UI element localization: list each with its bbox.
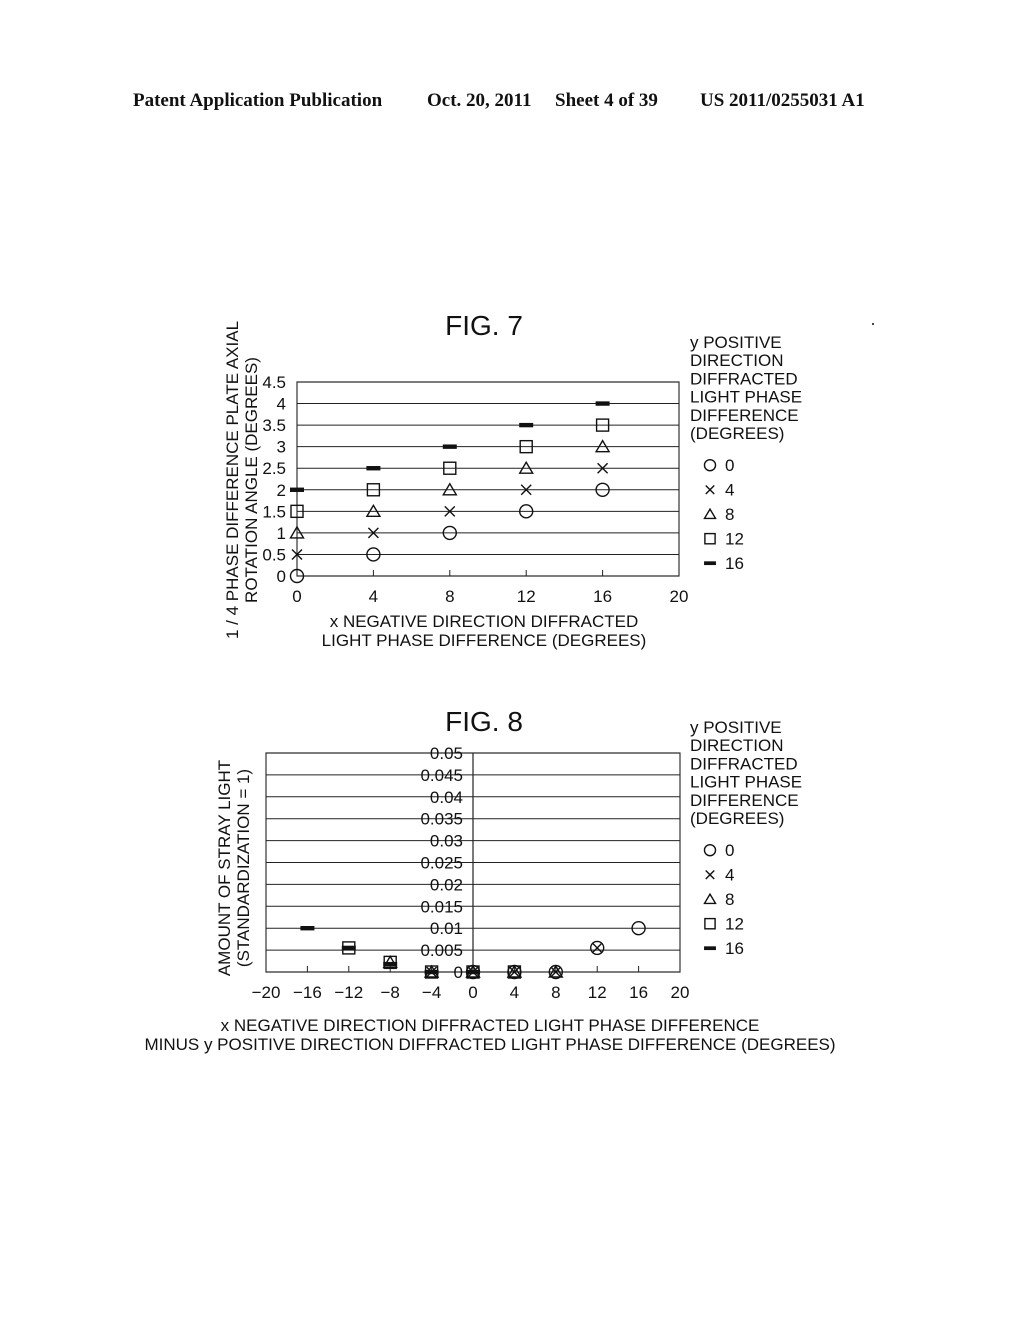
- fig8-ytick-label: 0: [454, 963, 463, 982]
- fig8-legend-marker-12: [704, 917, 716, 930]
- fig8-xtick-label: 16: [629, 983, 648, 1002]
- fig8-ytick-label: 0.05: [430, 744, 463, 763]
- fig8-xtick-label: 12: [588, 983, 607, 1002]
- fig8-ytick-label: 0.04: [430, 788, 463, 807]
- fig8-legend-title: LIGHT PHASE: [690, 773, 802, 792]
- fig8-xtick-label: −4: [422, 983, 441, 1002]
- fig8-xtick-label: 0: [468, 983, 477, 1002]
- fig8-legend-label: 16: [725, 939, 744, 958]
- fig8-xtick-label: −16: [293, 983, 322, 1002]
- fig8-ytick-label: 0.025: [420, 854, 463, 873]
- fig8-legend-title: y POSITIVE: [690, 718, 782, 737]
- fig8-title: FIG. 8: [445, 706, 523, 737]
- fig8-point-series-16: [383, 961, 398, 967]
- fig8-xtick-label: 8: [551, 983, 560, 1002]
- fig8-xtick-label: −8: [381, 983, 400, 1002]
- fig8-legend-marker-16: [704, 946, 716, 951]
- fig8-xtick-label: 20: [671, 983, 690, 1002]
- fig8-y-axis-label: AMOUNT OF STRAY LIGHT: [215, 760, 234, 976]
- fig8-ytick-label: 0.035: [420, 810, 463, 829]
- fig8-legend-title: DIFFRACTED: [690, 754, 798, 773]
- fig8-ytick-label: 0.03: [430, 832, 463, 851]
- fig8-legend-title: DIRECTION: [690, 736, 784, 755]
- fig8-x-axis-label: x NEGATIVE DIRECTION DIFFRACTED LIGHT PH…: [221, 1016, 760, 1035]
- fig8-legend-label: 8: [725, 890, 734, 909]
- fig8-legend-marker-8: [703, 892, 717, 905]
- fig8-point-series-4: [591, 942, 603, 954]
- fig8-chart: FIG. 8 0 0.005 0.01 0.015 0.02 0.025 0.03 0.035 0…: [144, 706, 835, 1054]
- fig8-point-series-16: [341, 945, 356, 951]
- fig8-ytick-label: 0.045: [420, 766, 463, 785]
- fig8-legend-marker-4: [705, 869, 715, 880]
- fig8-ytick-label: 0.005: [420, 941, 463, 960]
- fig8-point-series-16: [466, 969, 480, 975]
- fig8-ytick-label: 0.01: [430, 919, 463, 938]
- fig8-legend-label: 4: [725, 866, 734, 885]
- fig8-ytick-label: 0.015: [420, 897, 463, 916]
- fig8-legend-title: (DEGREES): [690, 809, 784, 828]
- fig8-xtick-label: 4: [510, 983, 519, 1002]
- fig8-point-series-16: [424, 969, 439, 975]
- fig8-xtick-label: −20: [252, 983, 281, 1002]
- fig8-x-axis-label: MINUS y POSITIVE DIRECTION DIFFRACTED LI…: [144, 1035, 835, 1054]
- fig8-legend-label: 0: [725, 841, 734, 860]
- fig8-y-axis-label: (STANDARDIZATION = 1): [234, 769, 253, 967]
- fig8-legend-label: 12: [725, 915, 744, 934]
- fig8-ytick-label: 0.02: [430, 875, 463, 894]
- fig8-legend-marker-0: [703, 843, 717, 857]
- fig8-point-series-16: [300, 926, 315, 931]
- fig8-legend-title: DIFFERENCE: [690, 791, 799, 810]
- fig8-xtick-label: −12: [334, 983, 363, 1002]
